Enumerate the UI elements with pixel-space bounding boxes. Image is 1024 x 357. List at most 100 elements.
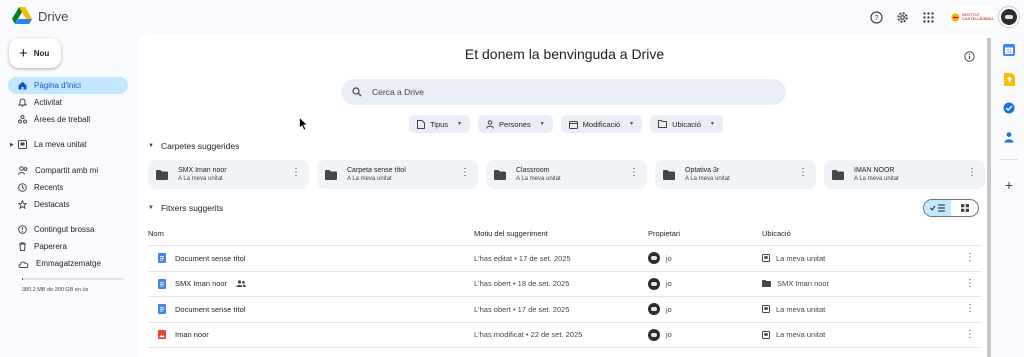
sidebar-item-workspaces[interactable]: Àrees de treball: [8, 111, 128, 128]
filter-location[interactable]: Ubicació ▼: [650, 115, 723, 133]
more-options-icon[interactable]: ⋮: [965, 329, 975, 340]
file-location[interactable]: La meva unitat: [776, 305, 825, 314]
sidebar-item-home[interactable]: Pàgina d'inici: [8, 77, 128, 94]
org-logo-text: INSTITUT CASTELLBISBAL: [962, 11, 994, 21]
file-location[interactable]: SMX Iman noor: [777, 279, 829, 288]
list-view-button[interactable]: [924, 200, 951, 216]
drive-logo-icon: [12, 7, 32, 24]
sidebar-item-activity[interactable]: Activitat: [8, 94, 128, 111]
sidebar-item-label: La meva unitat: [34, 140, 87, 149]
svg-text:31: 31: [1006, 49, 1012, 55]
table-row[interactable]: SMX Iman noor L'has obert • 18 de set. 2…: [148, 272, 981, 297]
google-doc-icon: [158, 253, 166, 264]
sidebar-item-recent[interactable]: Recents: [8, 179, 128, 196]
folder-name: SMX Iman noor: [178, 167, 227, 174]
settings-icon[interactable]: [891, 6, 913, 28]
more-options-icon[interactable]: ⋮: [965, 278, 975, 289]
keep-app-icon[interactable]: [1002, 72, 1016, 86]
folder-name: Carpeta sense títol: [347, 167, 406, 174]
file-location[interactable]: La meva unitat: [776, 254, 825, 263]
home-icon: [18, 81, 27, 90]
sidebar-item-spam[interactable]: Contingut brossa: [8, 221, 128, 238]
suggested-folders-header[interactable]: ▼ Carpetes suggerides: [148, 141, 239, 151]
storage-text: 380,2 MB de 300 GB en ús: [22, 287, 89, 293]
folder-card[interactable]: Classroom A La meva unitat ⋮: [486, 160, 647, 189]
more-options-icon[interactable]: ⋮: [629, 168, 639, 178]
table-row[interactable]: Document sense títol L'has editat • 17 d…: [148, 246, 981, 272]
sidebar-item-trash[interactable]: Paperera: [8, 238, 128, 255]
file-name: Iman noor: [175, 330, 209, 340]
folder-icon: [663, 169, 675, 180]
apps-grid-icon[interactable]: [917, 6, 939, 28]
folder-icon: [658, 120, 668, 128]
drive-logo[interactable]: Drive: [12, 7, 68, 25]
organization-logo[interactable]: INSTITUT CASTELLBISBAL: [949, 6, 994, 28]
more-options-icon[interactable]: ⋮: [460, 168, 470, 178]
sidebar-item-shared-with-me[interactable]: Compartit amb mi: [8, 162, 128, 179]
side-panel: 31 +: [996, 34, 1024, 357]
sidebar-item-label: Destacats: [34, 200, 70, 209]
more-options-icon[interactable]: ⋮: [965, 253, 975, 263]
help-icon[interactable]: ?: [865, 6, 887, 28]
more-options-icon[interactable]: ⋮: [798, 168, 808, 178]
my-drive-icon: [762, 330, 770, 339]
app-name: Drive: [38, 8, 69, 24]
sidebar-item-storage[interactable]: Emmagatzematge: [8, 255, 128, 272]
contacts-app-icon[interactable]: [1002, 130, 1016, 144]
column-name[interactable]: Nom: [148, 229, 474, 238]
folder-location: A La meva unitat: [516, 176, 561, 182]
main-content: Et donem la benvinguda a Drive Tipus ▼ P…: [138, 34, 991, 357]
sidebar-item-starred[interactable]: Destacats: [8, 196, 128, 213]
suggested-files-header[interactable]: ▼ Fitxers suggerits: [148, 203, 223, 213]
divider: [1000, 159, 1018, 160]
table-row[interactable]: Document sense títol L'has obert • 17 de…: [148, 297, 981, 323]
folder-location: A La meva unitat: [178, 176, 223, 182]
folder-card[interactable]: IMAN NOOR A La meva unitat ⋮: [824, 160, 985, 189]
tasks-app-icon[interactable]: [1002, 101, 1016, 115]
my-drive-icon: [18, 140, 27, 149]
folder-name: Classroom: [516, 167, 550, 174]
filter-chips: Tipus ▼ Persones ▼ Modificació ▼ Ubicaci…: [409, 115, 723, 133]
info-icon[interactable]: [964, 51, 975, 64]
file-name: Document sense títol: [175, 253, 246, 263]
scrollbar[interactable]: [987, 38, 991, 357]
sidebar: + Nou Pàgina d'inici Activitat Àrees de …: [0, 34, 138, 357]
account-avatar[interactable]: [998, 6, 1020, 28]
chevron-down-icon: ▼: [148, 143, 154, 149]
image-file-icon: [158, 330, 166, 340]
suggestion-reason: L'has editat • 17 de set. 2025: [474, 253, 571, 263]
sidebar-item-label: Paperera: [34, 242, 67, 251]
view-toggle: [923, 199, 979, 217]
filter-type[interactable]: Tipus ▼: [409, 115, 471, 133]
sidebar-item-my-drive[interactable]: ▶ La meva unitat: [8, 136, 128, 153]
google-doc-icon: [158, 278, 166, 289]
filter-label: Tipus: [430, 119, 449, 129]
new-button[interactable]: + Nou: [9, 38, 61, 68]
folder-location: A La meva unitat: [347, 176, 392, 182]
search-input[interactable]: [372, 87, 752, 97]
scrollbar-thumb[interactable]: [987, 38, 991, 357]
google-doc-icon: [158, 304, 166, 315]
my-drive-icon: [762, 305, 770, 314]
suggestion-reason: L'has obert • 18 de set. 2025: [474, 279, 570, 289]
folder-card[interactable]: Optativa 3r A La meva unitat ⋮: [655, 160, 816, 189]
filter-people[interactable]: Persones ▼: [478, 115, 553, 133]
grid-view-button[interactable]: [951, 200, 978, 216]
search-bar[interactable]: [341, 79, 786, 105]
file-location[interactable]: La meva unitat: [776, 330, 825, 339]
calendar-app-icon[interactable]: 31: [1002, 43, 1016, 57]
filter-label: Ubicació: [672, 119, 701, 129]
folder-card[interactable]: SMX Iman noor A La meva unitat ⋮: [148, 160, 309, 189]
add-addon-icon[interactable]: +: [1002, 177, 1016, 193]
clock-icon: [18, 183, 27, 192]
filter-label: Modificació: [582, 119, 621, 129]
folder-card[interactable]: Carpeta sense títol A La meva unitat ⋮: [317, 160, 478, 189]
more-options-icon[interactable]: ⋮: [967, 168, 977, 178]
more-options-icon[interactable]: ⋮: [291, 168, 301, 178]
table-row[interactable]: Iman noor L'has modificat • 22 de set. 2…: [148, 323, 981, 348]
expand-caret-icon[interactable]: ▶: [10, 142, 14, 148]
filter-modified[interactable]: Modificació ▼: [560, 115, 643, 133]
more-options-icon[interactable]: ⋮: [965, 304, 975, 314]
table-header: Nom Motiu del suggeriment Propietari Ubi…: [148, 222, 981, 246]
sidebar-item-label: Àrees de treball: [34, 115, 91, 124]
